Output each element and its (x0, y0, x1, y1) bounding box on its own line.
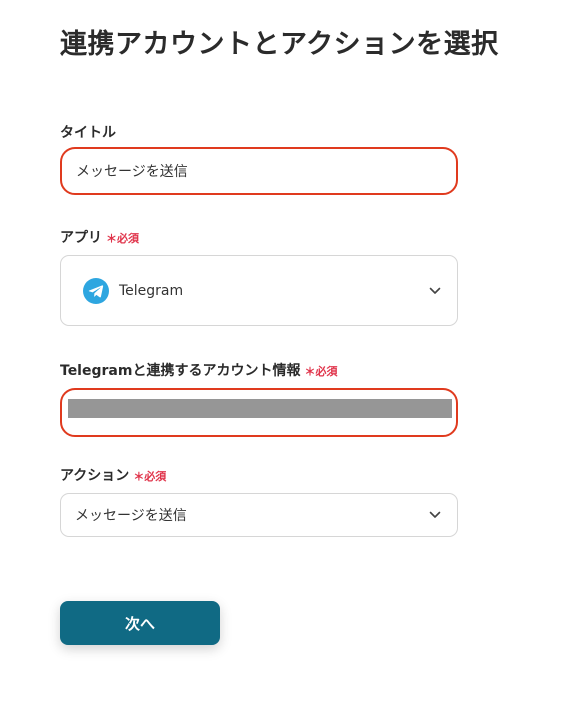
required-marker: ＊必須 (106, 232, 139, 245)
required-marker: ＊必須 (304, 365, 338, 378)
chevron-down-icon (429, 287, 441, 294)
app-field-label-text: アプリ (60, 230, 102, 246)
required-marker: ＊必須 (133, 470, 167, 483)
title-field-label-text: タイトル (60, 125, 116, 141)
app-select-value: Telegram (119, 282, 184, 299)
action-select[interactable]: メッセージを送信 (60, 493, 458, 537)
chevron-down-icon (429, 511, 441, 518)
action-select-value: メッセージを送信 (75, 508, 187, 524)
page-title: 連携アカウントとアクションを選択 (60, 29, 499, 60)
account-field-label: Telegramと連携するアカウント情報 ＊必須 (60, 360, 337, 380)
action-field-label: アクション ＊必須 (60, 465, 166, 485)
action-field-label-text: アクション (60, 468, 130, 484)
app-select[interactable]: Telegram (60, 255, 458, 326)
title-input-value: メッセージを送信 (76, 164, 188, 180)
app-field-label: アプリ ＊必須 (60, 227, 139, 247)
account-field-label-text: Telegramと連携するアカウント情報 (60, 363, 301, 379)
redacted-account-info (68, 399, 452, 418)
title-input[interactable]: メッセージを送信 (60, 147, 458, 195)
account-select[interactable] (60, 388, 458, 437)
telegram-icon (83, 277, 109, 304)
title-field-label: タイトル (60, 122, 116, 142)
page: 連携アカウントとアクションを選択 タイトル メッセージを送信 アプリ ＊必須 Te… (0, 0, 570, 707)
next-button[interactable]: 次へ (60, 601, 220, 645)
